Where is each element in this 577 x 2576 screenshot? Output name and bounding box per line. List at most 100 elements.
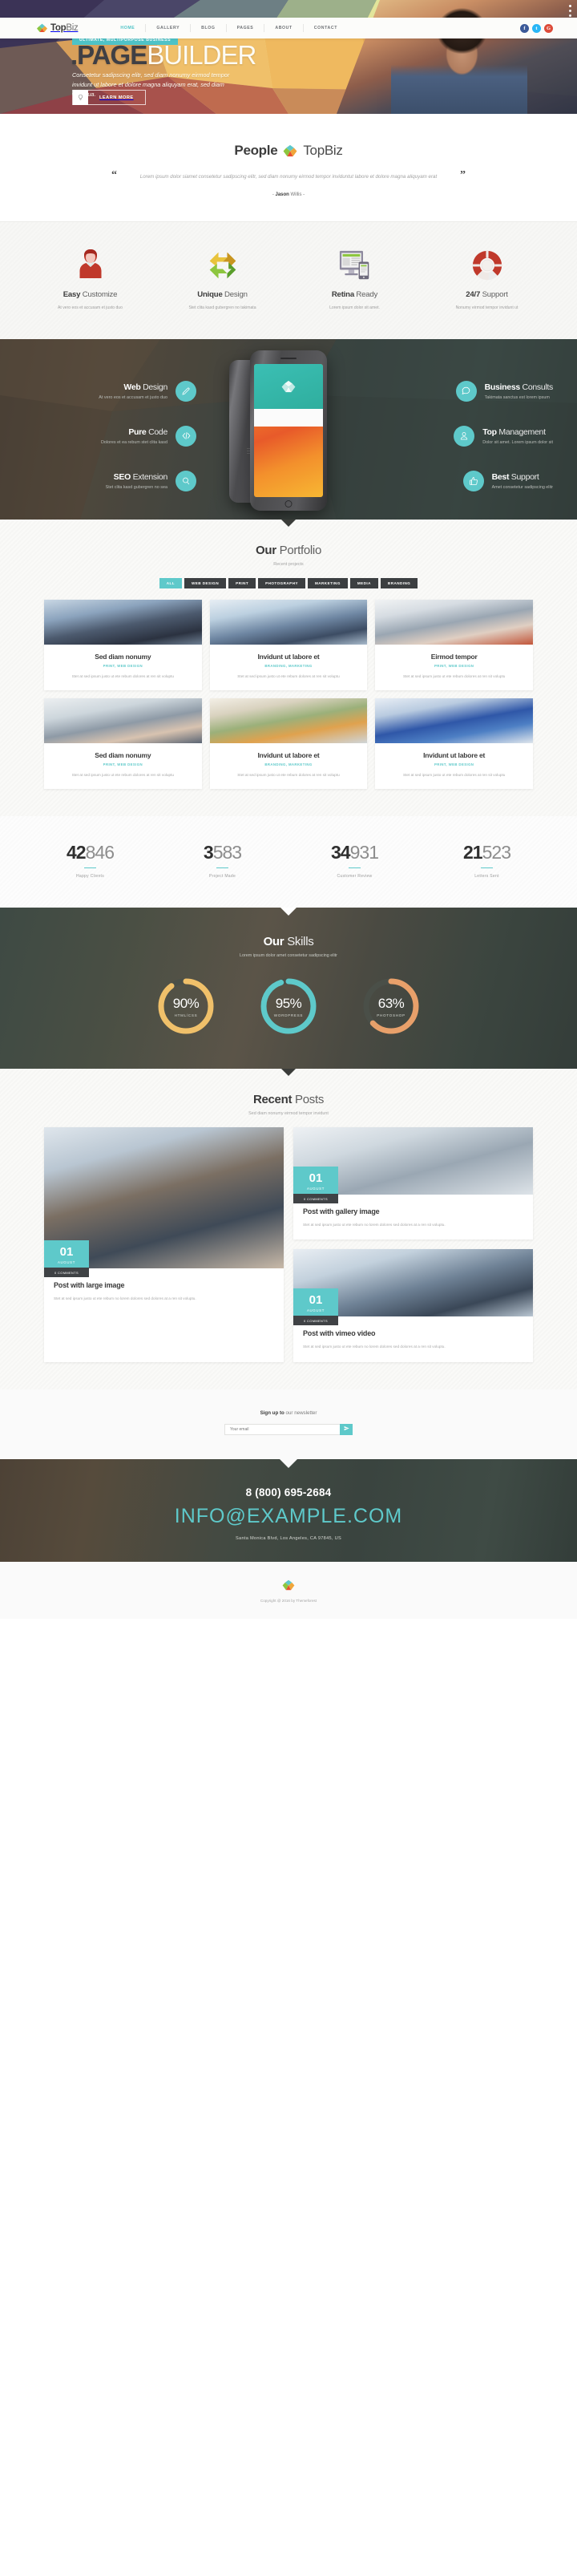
counter-value-light: 523 xyxy=(482,841,511,863)
footer-phone[interactable]: 8 (800) 695-2684 xyxy=(0,1486,577,1498)
blog-grid: 01 AUGUST 0 COMMENTS Post with large ima… xyxy=(44,1127,533,1362)
feature-title-light: Ready xyxy=(356,290,378,300)
service-desc: At vero eos et accusam et justo duo xyxy=(99,394,167,400)
blog-post-vimeo-video[interactable]: 01 AUGUST 0 COMMENTS Post with vimeo vid… xyxy=(293,1249,533,1362)
service-item-top-management[interactable]: Top Management Dolor sit amet. Lorem ips… xyxy=(381,425,553,447)
portfolio-body: Invidunt ut labore et BRANDING, MARKETIN… xyxy=(210,743,368,789)
portfolio-item-title: Sed diam nonumy xyxy=(95,750,151,759)
hero-dot-1[interactable] xyxy=(569,5,571,7)
filter-all[interactable]: ALL xyxy=(159,577,182,588)
feature-card-support[interactable]: 24/7 Support Nonumy eirmod tempor invidu… xyxy=(421,246,553,312)
recycle-arrows-icon xyxy=(163,246,282,281)
blog-post-month: AUGUST xyxy=(306,1187,325,1191)
social-links: f t G xyxy=(520,23,553,33)
feature-title-light: Customize xyxy=(82,290,118,300)
brand-logo-link[interactable]: TopBiz xyxy=(37,23,79,34)
blog-title-bold: Recent xyxy=(252,1093,293,1107)
filter-photography[interactable]: PHOTOGRAPHY xyxy=(258,577,305,588)
portfolio-body: Invidunt ut labore et BRANDING, MARKETIN… xyxy=(210,645,368,690)
blog-title-light: Posts xyxy=(295,1093,325,1107)
blog-post-image: 01 AUGUST 0 COMMENTS xyxy=(293,1127,533,1204)
blog-post-comments[interactable]: 0 COMMENTS xyxy=(44,1268,89,1278)
skills-title-bold: Our xyxy=(263,935,284,949)
blog-post-day: 01 xyxy=(309,1293,323,1308)
service-item-web-design[interactable]: Web Design At vero eos et accusam et jus… xyxy=(24,380,196,402)
testimonial-title: People TopBiz xyxy=(0,143,577,159)
blog-post-day: 01 xyxy=(309,1171,323,1186)
portfolio-item-title: Eirmod tempor xyxy=(430,652,478,661)
feature-title: 24/7 Support xyxy=(427,290,547,299)
service-text: Top Management Dolor sit amet. Lorem ips… xyxy=(482,427,553,445)
portfolio-item-title: Invidunt ut labore et xyxy=(423,750,486,759)
paper-plane-icon xyxy=(344,1425,349,1433)
portfolio-image xyxy=(44,698,202,743)
service-item-pure-code[interactable]: Pure Code Dolores et ea rebum stet clita… xyxy=(24,425,196,447)
portfolio-item[interactable]: Sed diam nonumy PRINT, WEB DESIGN Stet a… xyxy=(44,698,202,789)
portfolio-item-desc: Stet at sed ipsum justo ut ete rebum dol… xyxy=(402,772,506,777)
copyright-bar: Copyright @ 2016 by Themeforest xyxy=(0,1561,577,1619)
brand-name-light: Biz xyxy=(66,23,79,33)
portfolio-item[interactable]: Invidunt ut labore et BRANDING, MARKETIN… xyxy=(209,698,368,789)
blog-post-comments[interactable]: 0 COMMENTS xyxy=(293,1194,338,1204)
service-item-best-support[interactable]: Best Support Amet consetetur sadipscing … xyxy=(381,470,553,491)
skill-percent: 90% xyxy=(172,995,200,1011)
newsletter-email-input[interactable] xyxy=(224,1423,340,1435)
author-suffix: - xyxy=(303,192,305,198)
hero-dot-3[interactable] xyxy=(569,14,571,17)
counter-project-made: 3583 Project Made xyxy=(156,843,288,879)
facebook-icon[interactable]: f xyxy=(520,23,529,33)
portfolio-header: Our Portfolio Recent projects xyxy=(0,544,577,567)
service-text: SEO Extension Stet clita kasd gubergren … xyxy=(105,471,168,490)
service-desc: Stet clita kasd gubergren no sea xyxy=(105,484,167,490)
donut-chart: 95% WORDPRESS xyxy=(258,976,319,1037)
portfolio-item[interactable]: Invidunt ut labore et PRINT, WEB DESIGN … xyxy=(375,698,533,789)
blog-post-desc: Stet at sed ipsum justo ut ete rebum no … xyxy=(54,1296,196,1301)
donut-chart: 90% HTML/CSS xyxy=(155,976,216,1037)
feature-card-retina-ready[interactable]: Retina Ready Lorem ipsum dolor sit amet. xyxy=(288,246,421,312)
nav-item-about[interactable]: ABOUT xyxy=(264,24,302,32)
nav-item-home[interactable]: HOME xyxy=(110,24,145,32)
portfolio-image xyxy=(375,698,533,743)
newsletter-submit-button[interactable] xyxy=(340,1423,353,1435)
hero-learn-more-button[interactable]: LEARN MORE xyxy=(72,90,146,105)
service-title-light: Code xyxy=(148,427,167,437)
service-title-bold: Top xyxy=(482,427,497,437)
portfolio-item[interactable]: Invidunt ut labore et BRANDING, MARKETIN… xyxy=(209,599,368,690)
portfolio-item-categories: PRINT, WEB DESIGN xyxy=(434,762,474,766)
services-section: iPhone xyxy=(0,338,577,520)
filter-web-design[interactable]: WEB DESIGN xyxy=(184,577,227,588)
blog-post-large-image[interactable]: 01 AUGUST 0 COMMENTS Post with large ima… xyxy=(44,1127,284,1362)
filter-print[interactable]: PRINT xyxy=(228,577,256,588)
skill-wordpress: 95% WORDPRESS xyxy=(258,976,319,1037)
hero-title: .PAGEBUILDER xyxy=(71,42,256,68)
service-text: Business Consults Takimata sanctus est l… xyxy=(485,382,554,400)
filter-media[interactable]: MEDIA xyxy=(349,577,378,588)
feature-title-light: Support xyxy=(482,290,508,300)
testimonial-text: Lorem ipsum dolor siamet consetetur sadi… xyxy=(139,174,438,180)
google-plus-icon[interactable]: G xyxy=(544,23,553,33)
thumbs-up-icon xyxy=(462,470,484,491)
blog-post-date: 01 AUGUST xyxy=(293,1167,338,1195)
service-item-seo-extension[interactable]: SEO Extension Stet clita kasd gubergren … xyxy=(24,470,196,491)
filter-branding[interactable]: BRANDING xyxy=(380,577,418,588)
blog-post-gallery-image[interactable]: 01 AUGUST 0 COMMENTS Post with gallery i… xyxy=(293,1127,533,1240)
filter-marketing[interactable]: MARKETING xyxy=(307,577,348,588)
blog-post-comments[interactable]: 0 COMMENTS xyxy=(293,1316,338,1326)
twitter-icon[interactable]: t xyxy=(532,23,541,33)
nav-item-gallery[interactable]: GALLERY xyxy=(145,24,190,32)
portfolio-item[interactable]: Sed diam nonumy PRINT, WEB DESIGN Stet a… xyxy=(44,599,202,690)
hero-dot-2[interactable] xyxy=(569,10,571,12)
skills-title-light: Skills xyxy=(287,935,314,949)
nav-item-blog[interactable]: BLOG xyxy=(190,24,225,32)
monitor-mobile-icon xyxy=(295,246,414,281)
service-item-business-consults[interactable]: Business Consults Takimata sanctus est l… xyxy=(381,380,554,402)
footer-email[interactable]: INFO@EXAMPLE.COM xyxy=(0,1505,577,1528)
nav-item-contact[interactable]: CONTACT xyxy=(302,24,348,32)
nav-item-pages[interactable]: PAGES xyxy=(225,24,264,32)
portfolio-image xyxy=(209,698,368,743)
feature-card-unique-design[interactable]: Unique Design Stet clita kasd gubergren … xyxy=(156,246,288,312)
skill-name: PHOTOSHOP xyxy=(377,1013,406,1017)
feature-card-easy-customize[interactable]: Easy Customize At vero eos et accusam et… xyxy=(24,246,156,312)
portfolio-item[interactable]: Eirmod tempor PRINT, WEB DESIGN Stet at … xyxy=(375,599,533,690)
service-title-light: Extension xyxy=(132,471,168,482)
